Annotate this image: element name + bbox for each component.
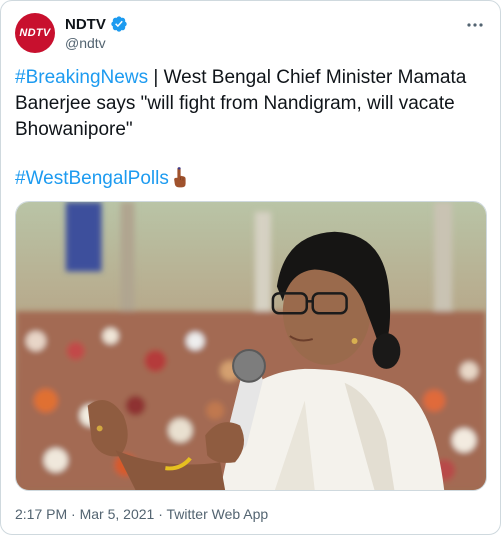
tweet-body: #BreakingNews | West Bengal Chief Minist… [15,65,487,143]
meta-separator: · [154,506,167,522]
tweet-source[interactable]: Twitter Web App [167,506,269,522]
handle[interactable]: @ndtv [65,35,128,51]
meta-separator: · [67,506,80,522]
inked-finger-icon [172,166,188,188]
avatar[interactable]: NDTV [15,13,55,53]
more-options-icon[interactable] [463,15,487,35]
tweet-meta: 2:17 PM · Mar 5, 2021 · Twitter Web App [15,506,268,522]
tweet-header: NDTV NDTV @ndtv [15,13,487,55]
photo-speaker-at-rally [16,202,486,490]
display-name[interactable]: NDTV [65,16,106,33]
tweet-card: NDTV NDTV @ndtv #BreakingNews | West Ben… [0,0,501,535]
avatar-logo-text: NDTV [19,27,51,39]
tweet-date[interactable]: Mar 5, 2021 [80,506,155,522]
tweet-time[interactable]: 2:17 PM [15,506,67,522]
verified-badge-icon [110,15,128,33]
hashtag-line: #WestBengalPolls [15,166,188,192]
tweet-photo[interactable] [15,201,487,491]
name-row: NDTV [65,14,128,34]
separator: | [148,67,164,88]
hashtag-breaking-news[interactable]: #BreakingNews [15,67,148,88]
author-names: NDTV @ndtv [65,14,128,51]
hashtag-west-bengal-polls[interactable]: #WestBengalPolls [15,168,169,189]
